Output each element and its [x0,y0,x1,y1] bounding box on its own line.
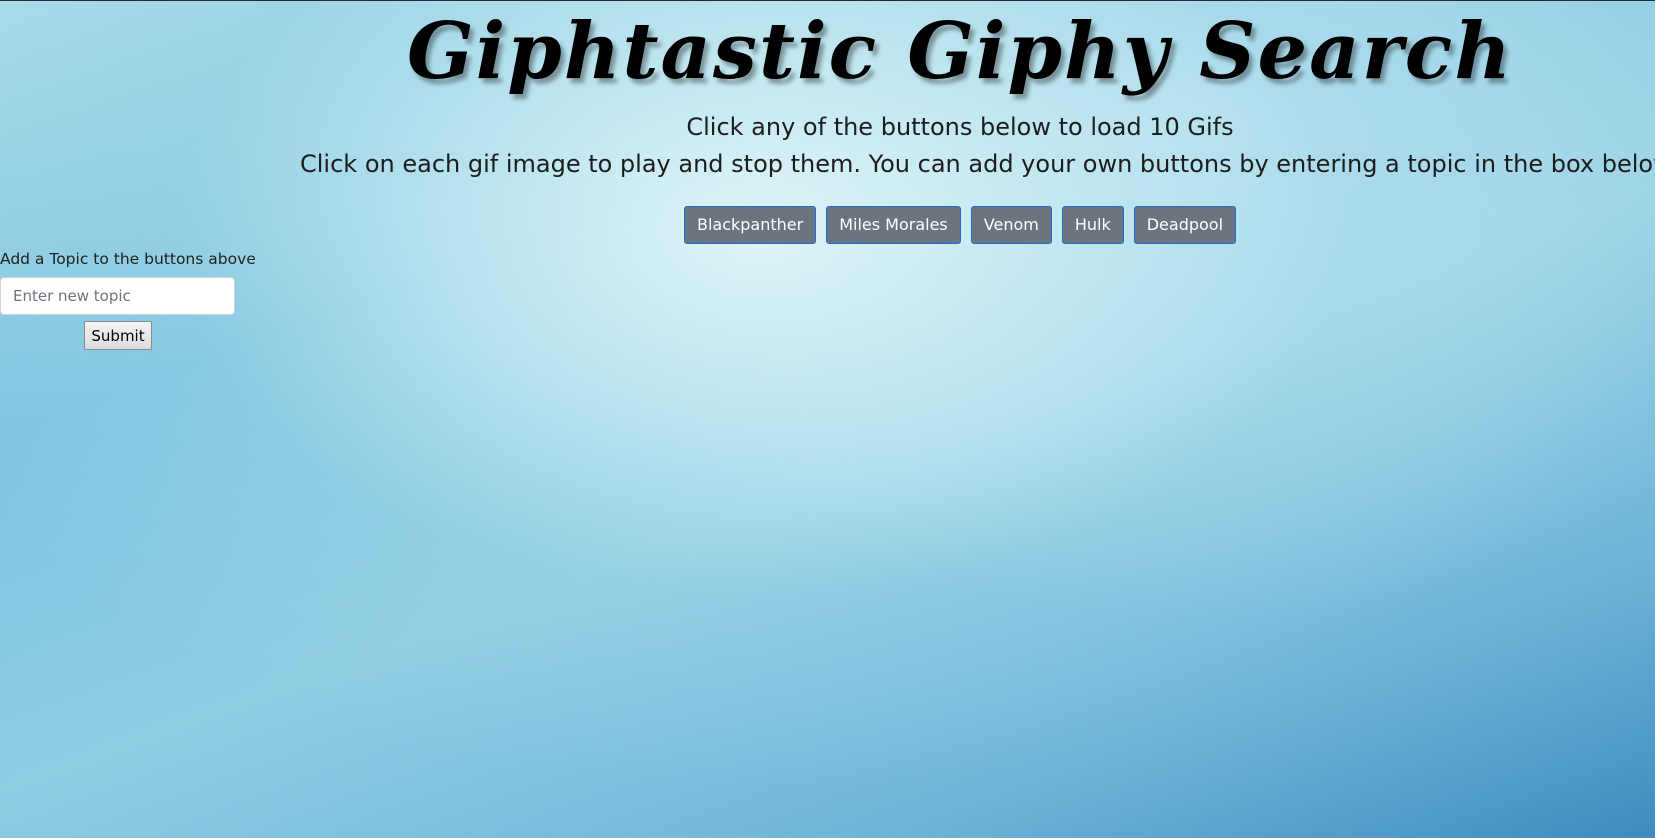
topic-button-row: Blackpanther Miles Morales Venom Hulk De… [300,206,1620,244]
submit-button[interactable]: Submit [84,321,152,350]
topic-button-miles-morales[interactable]: Miles Morales [826,206,961,244]
topic-button-hulk[interactable]: Hulk [1061,206,1124,244]
topic-button-blackpanther[interactable]: Blackpanther [683,206,817,244]
topic-button-deadpool[interactable]: Deadpool [1133,206,1237,244]
topic-input[interactable] [0,277,235,315]
instruction-line-1: Click any of the buttons below to load 1… [686,113,1234,141]
add-topic-label: Add a Topic to the buttons above [0,250,256,268]
topic-button-venom[interactable]: Venom [970,206,1052,244]
add-topic-form: Add a Topic to the buttons above Submit [0,250,256,350]
instruction-line-2: Click on each gif image to play and stop… [300,150,1655,178]
page-title: Giphtastic Giphy Search [406,6,1514,97]
